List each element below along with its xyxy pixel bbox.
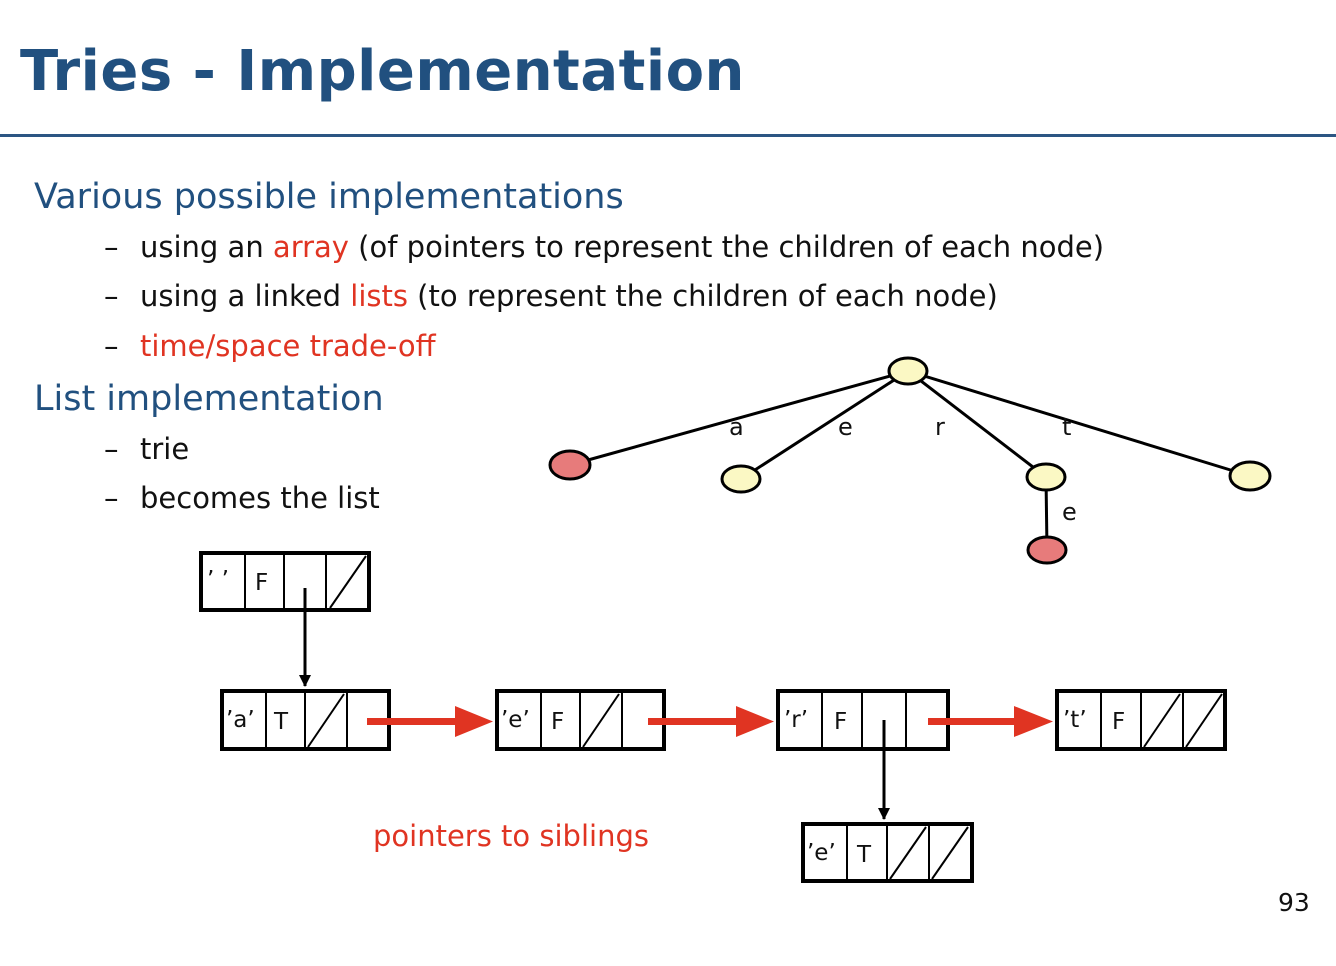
tree-edge-r	[907, 369, 1047, 479]
e-flag: F	[551, 709, 564, 735]
tree-node-re-terminal	[1026, 535, 1068, 565]
t-char: ’t’	[1063, 707, 1087, 733]
re-flag: T	[856, 842, 872, 868]
page-number: 93	[1278, 888, 1310, 917]
r-flag: F	[834, 709, 847, 735]
edge-label-e: e	[838, 413, 853, 441]
pointers-caption: pointers to siblings	[373, 819, 649, 853]
tree-edge-e	[740, 369, 909, 481]
edge-label-re: e	[1062, 498, 1077, 526]
tree-edge-t	[907, 369, 1251, 478]
tree-node-t	[1228, 460, 1272, 492]
trie-tree	[569, 369, 1251, 551]
r-char: ’r’	[784, 707, 808, 733]
tree-node-a-terminal	[548, 449, 592, 481]
a-flag: T	[273, 709, 289, 735]
t-flag: F	[1112, 709, 1125, 735]
root-flag: F	[255, 570, 268, 596]
sibling-arrow-e-to-r	[648, 706, 774, 737]
e-char: ’e’	[501, 707, 530, 733]
a-char: ’a’	[226, 707, 255, 733]
edge-label-a: a	[729, 413, 744, 441]
tree-node-r	[1025, 462, 1067, 492]
edge-label-t: t	[1062, 413, 1071, 441]
re-char: ’e’	[807, 840, 836, 866]
tree-node-e	[720, 464, 762, 494]
edge-label-r: r	[935, 413, 945, 441]
root-char: ’ ’	[207, 567, 229, 593]
tree-root-node	[887, 356, 929, 386]
trie-diagram: a e r t e ’ ’ F ’a’ T ’e’ F ’r’ F ’t’ F …	[199, 356, 1272, 883]
